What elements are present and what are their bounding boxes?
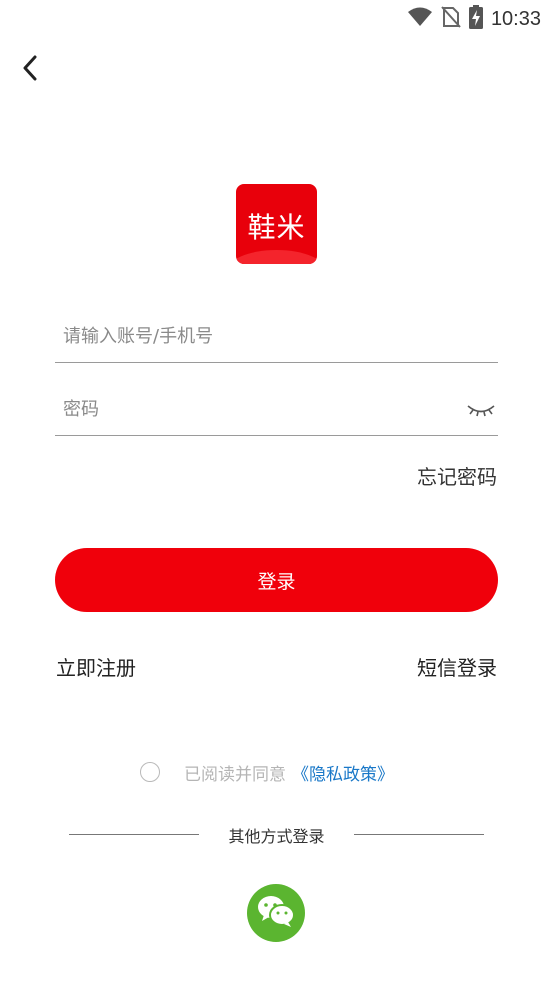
status-bar: 10:33: [0, 0, 553, 38]
agree-text: 已阅读并同意: [184, 764, 286, 785]
password-input[interactable]: [55, 389, 443, 429]
battery-charging-icon: [468, 5, 483, 33]
sms-login-link[interactable]: 短信登录: [417, 652, 497, 681]
no-sim-icon: [441, 6, 461, 32]
app-logo: 鞋米: [236, 184, 317, 264]
wechat-login-button[interactable]: [247, 884, 305, 942]
privacy-agreement: 已阅读并同意 《隐私政策》: [140, 759, 394, 785]
password-field: [55, 389, 498, 436]
eye-closed-icon[interactable]: [466, 399, 496, 419]
wechat-icon: [256, 894, 296, 932]
agree-radio[interactable]: [140, 762, 160, 782]
forgot-password-link[interactable]: 忘记密码: [417, 461, 497, 490]
other-login-label: 其他方式登录: [228, 827, 325, 846]
other-login-divider: 其他方式登录: [69, 823, 484, 847]
divider-line-right: [354, 834, 484, 835]
logo-text: 鞋米: [247, 211, 306, 244]
logo-wave: [236, 250, 317, 264]
wifi-icon: [407, 7, 433, 31]
account-input[interactable]: [55, 316, 443, 356]
login-button[interactable]: 登录: [55, 548, 498, 612]
chevron-left-icon: [21, 55, 39, 85]
status-time: 10:33: [490, 7, 541, 30]
privacy-policy-link[interactable]: 《隐私政策》: [292, 760, 394, 785]
account-field: [55, 316, 498, 363]
back-button[interactable]: [14, 54, 46, 86]
register-link[interactable]: 立即注册: [56, 652, 136, 681]
status-icons: 10:33: [407, 5, 541, 33]
